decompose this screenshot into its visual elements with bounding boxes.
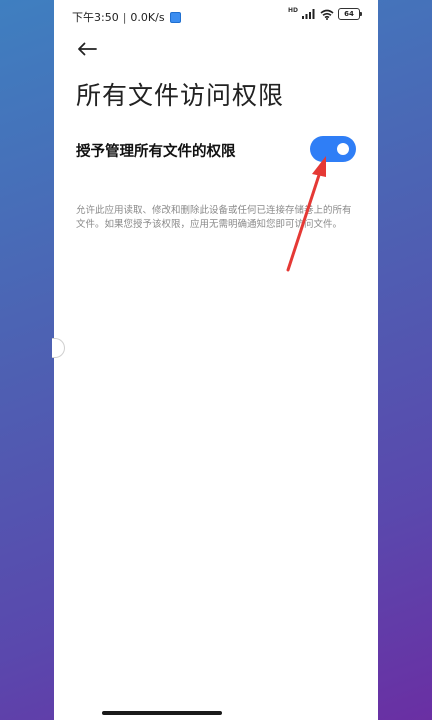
manage-all-files-setting[interactable]: 授予管理所有文件的权限	[54, 128, 378, 172]
status-separator: |	[122, 10, 127, 24]
battery-level: 64	[338, 8, 360, 20]
status-left: 下午3:50 | 0.0K/s	[72, 9, 181, 25]
status-right: HD 64	[288, 8, 362, 20]
battery-cap	[360, 12, 362, 16]
toggle-knob	[337, 143, 349, 155]
wifi-icon	[320, 9, 334, 20]
network-speed: 0.0K/s	[130, 10, 165, 24]
battery-icon: 64	[338, 8, 362, 20]
hd-label: HD	[287, 7, 298, 14]
back-arrow-icon	[78, 42, 97, 56]
signal-icon	[302, 9, 315, 19]
app-notification-icon	[169, 11, 181, 23]
phone-screen: 下午3:50 | 0.0K/s HD 64 所有文件访问权限 授予管理所有文件的…	[54, 0, 378, 720]
back-button[interactable]	[74, 38, 100, 60]
permission-description: 允许此应用读取、修改和删除此设备或任何已连接存储卷上的所有文件。如果您授予该权限…	[76, 205, 352, 230]
setting-label: 授予管理所有文件的权限	[76, 144, 236, 160]
status-bar: 下午3:50 | 0.0K/s HD 64	[54, 0, 378, 34]
page-title: 所有文件访问权限	[76, 81, 285, 110]
home-indicator[interactable]	[102, 711, 222, 715]
manage-files-toggle[interactable]	[310, 136, 356, 162]
status-time: 下午3:50	[72, 11, 119, 24]
